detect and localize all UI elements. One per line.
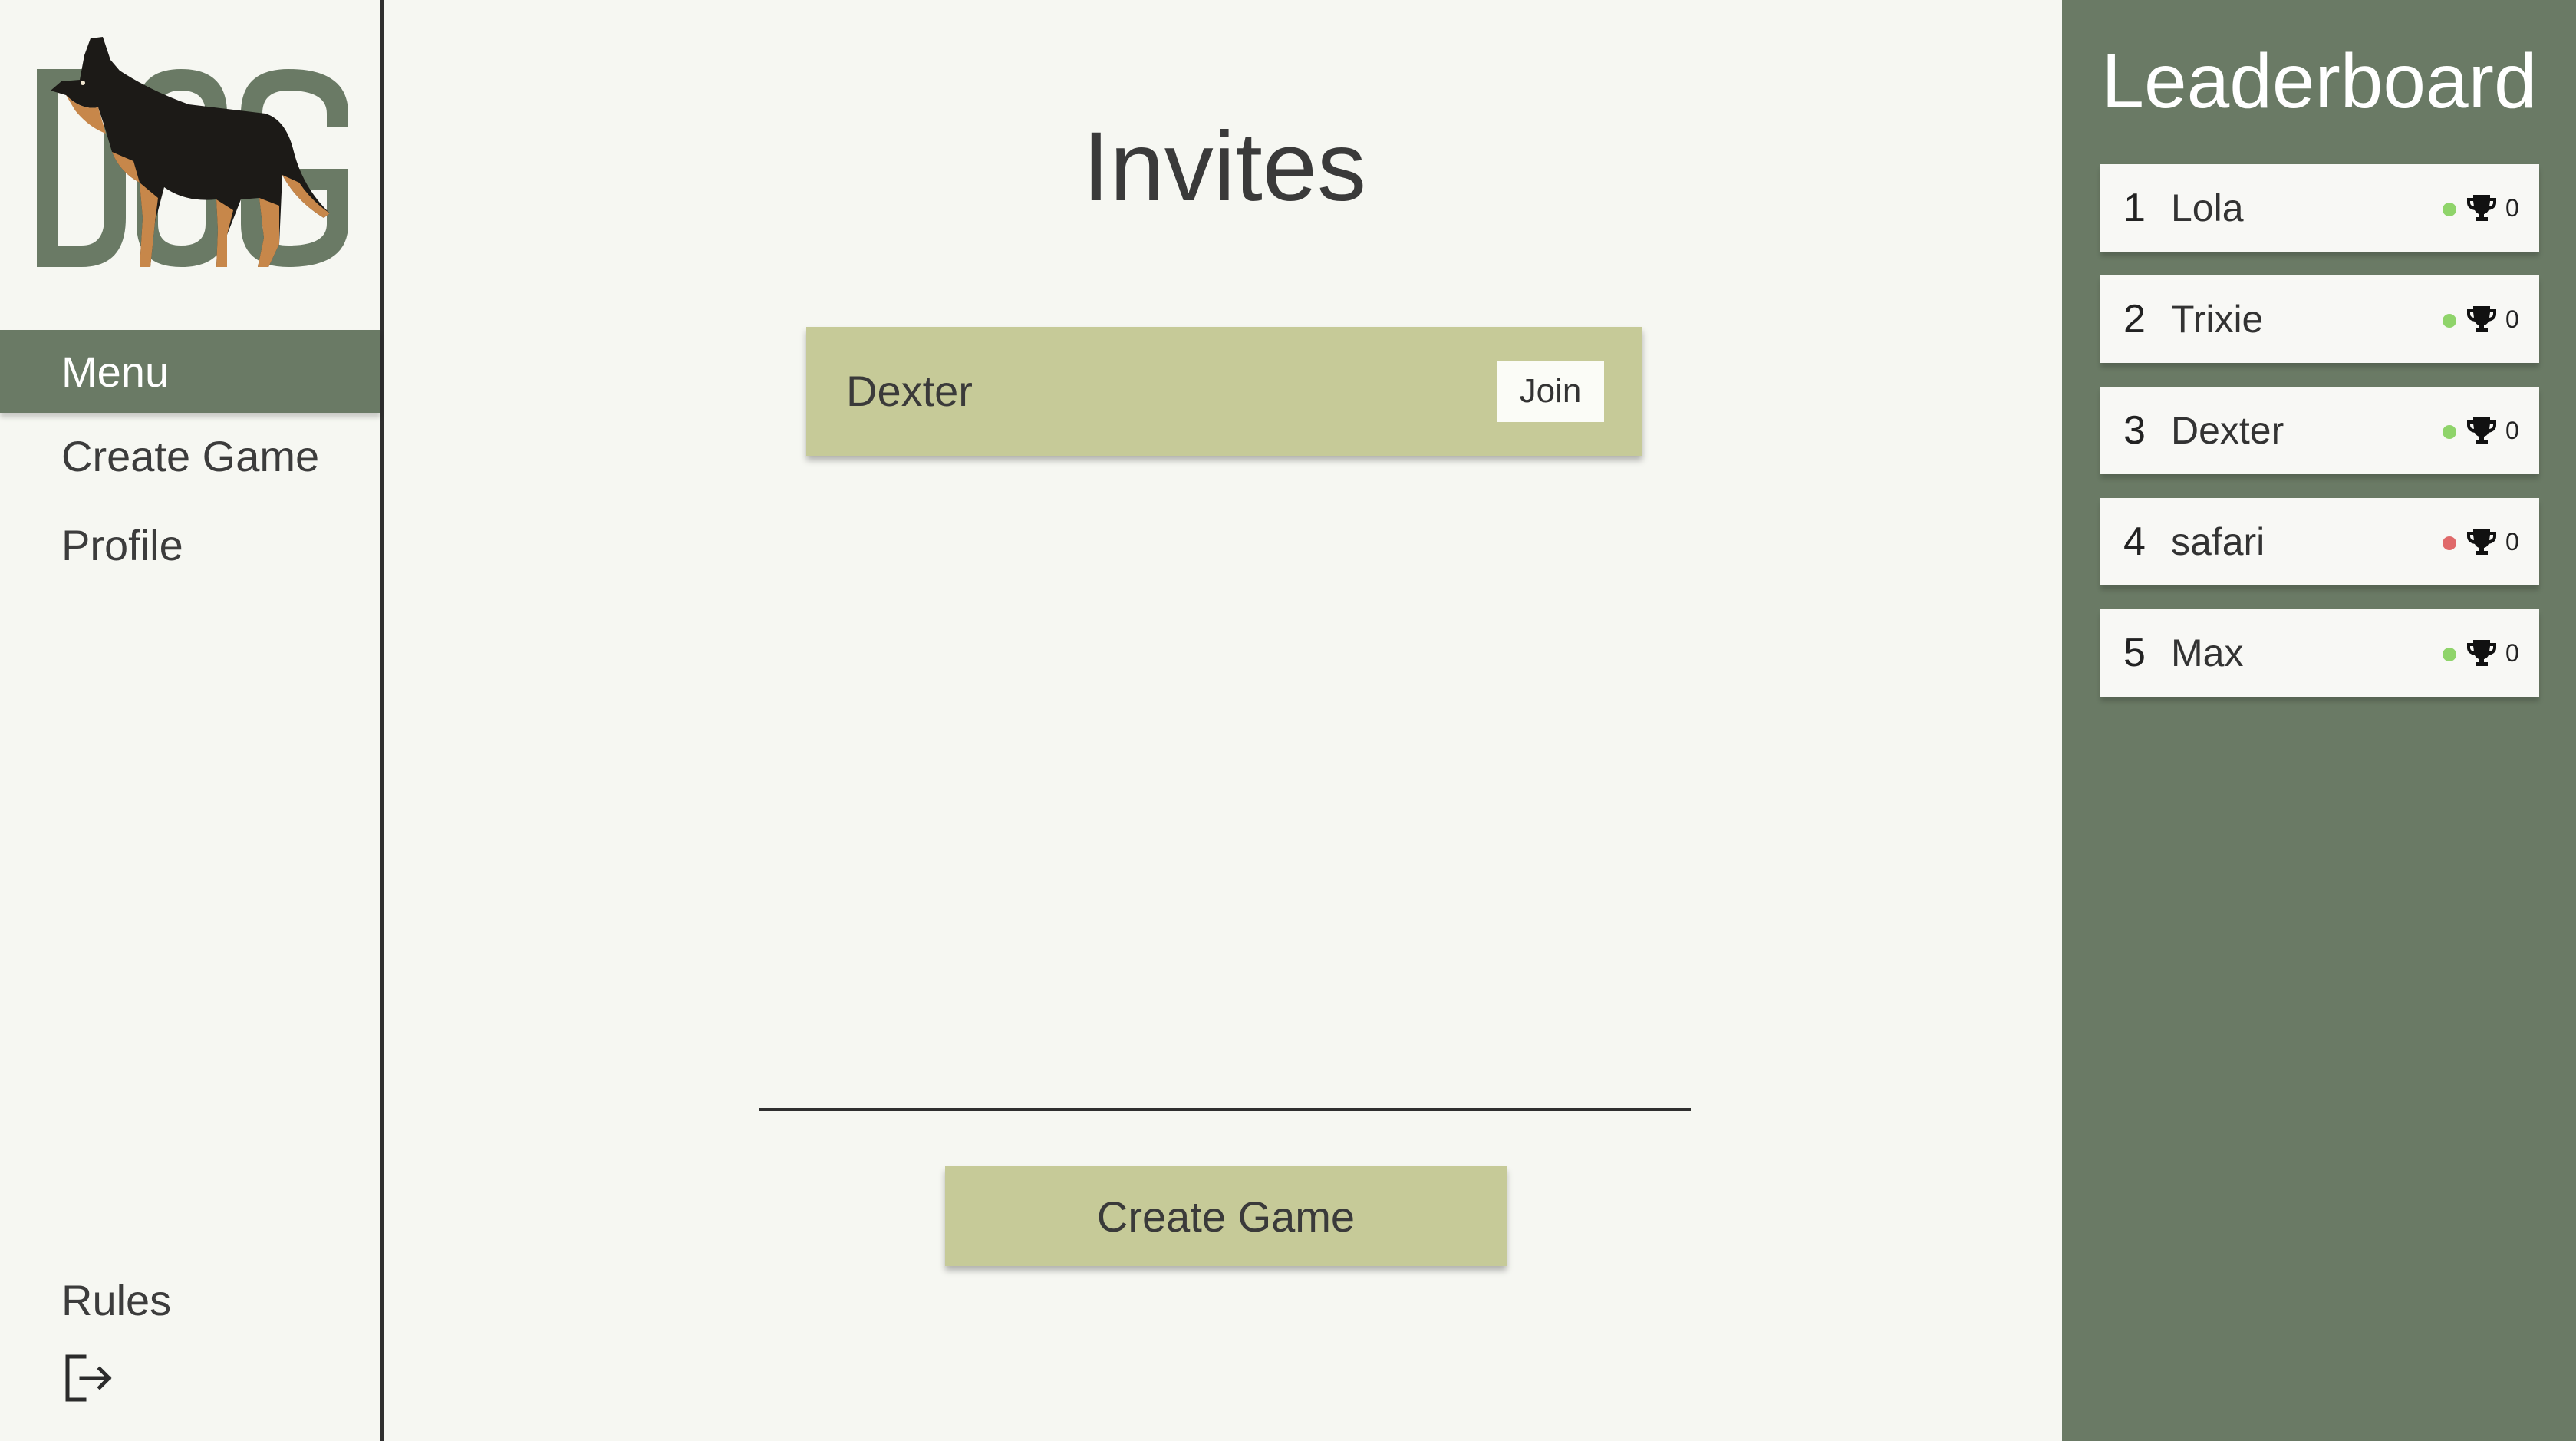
status-dot: [2443, 536, 2456, 550]
leaderboard-rank: 1: [2123, 186, 2146, 230]
leaderboard-row[interactable]: 5 Max 0: [2100, 609, 2539, 697]
leaderboard-rank: 3: [2123, 408, 2146, 453]
leaderboard-score: 0: [2505, 305, 2519, 333]
leaderboard-player-name: Max: [2171, 631, 2244, 674]
sidebar-item-profile[interactable]: Profile: [0, 503, 380, 586]
leaderboard-rank: 4: [2123, 519, 2146, 564]
leaderboard-player-name: safari: [2171, 520, 2265, 563]
main-content: Invites Dexter Join Create Game: [387, 0, 2062, 1441]
trophy-icon: [2466, 414, 2498, 447]
trophy-icon: [2466, 526, 2498, 558]
sidebar-item-create-game[interactable]: Create Game: [0, 414, 380, 497]
leaderboard-score: 0: [2505, 639, 2519, 667]
trophy-icon: [2466, 192, 2498, 224]
status-dot: [2443, 314, 2456, 328]
leaderboard-score: 0: [2505, 417, 2519, 444]
status-dot: [2443, 425, 2456, 439]
dog-logo[interactable]: [35, 37, 350, 267]
invite-sender-name: Dexter: [846, 367, 973, 415]
leaderboard-player-name: Trixie: [2171, 298, 2264, 341]
trophy-icon: [2466, 303, 2498, 335]
leaderboard-row[interactable]: 2 Trixie 0: [2100, 275, 2539, 363]
sidebar: Menu Create Game Profile Rules: [0, 0, 384, 1441]
sidebar-item-label: Menu: [61, 347, 170, 396]
status-dot: [2443, 203, 2456, 216]
leaderboard-row[interactable]: 4 safari 0: [2100, 498, 2539, 585]
sidebar-item-menu[interactable]: Menu: [0, 330, 380, 413]
sidebar-item-label: Profile: [61, 520, 183, 569]
logout-icon[interactable]: [61, 1350, 117, 1406]
leaderboard-rank: 2: [2123, 297, 2146, 341]
sidebar-item-label: Create Game: [61, 431, 320, 480]
leaderboard-row[interactable]: 1 Lola 0: [2100, 164, 2539, 252]
create-game-button[interactable]: Create Game: [945, 1166, 1507, 1266]
status-dot: [2443, 648, 2456, 661]
trophy-icon: [2466, 637, 2498, 669]
join-button[interactable]: Join: [1497, 361, 1604, 422]
page-title: Invites: [1082, 112, 1366, 222]
sidebar-item-label: Rules: [61, 1275, 172, 1324]
leaderboard-score: 0: [2505, 528, 2519, 556]
leaderboard-row[interactable]: 3 Dexter 0: [2100, 387, 2539, 474]
create-game-label: Create Game: [1096, 1192, 1356, 1241]
leaderboard-player-name: Lola: [2171, 186, 2244, 229]
leaderboard-rank: 5: [2123, 631, 2146, 675]
sidebar-item-rules[interactable]: Rules: [0, 1258, 380, 1341]
leaderboard-title: Leaderboard: [2101, 38, 2537, 124]
invite-card: Dexter Join: [806, 327, 1642, 456]
leaderboard-score: 0: [2505, 194, 2519, 222]
leaderboard-panel: Leaderboard 1 Lola 0 2 Trixie 0 3 Dexter…: [2062, 0, 2576, 1441]
divider: [759, 1108, 1691, 1111]
leaderboard-player-name: Dexter: [2171, 409, 2284, 452]
